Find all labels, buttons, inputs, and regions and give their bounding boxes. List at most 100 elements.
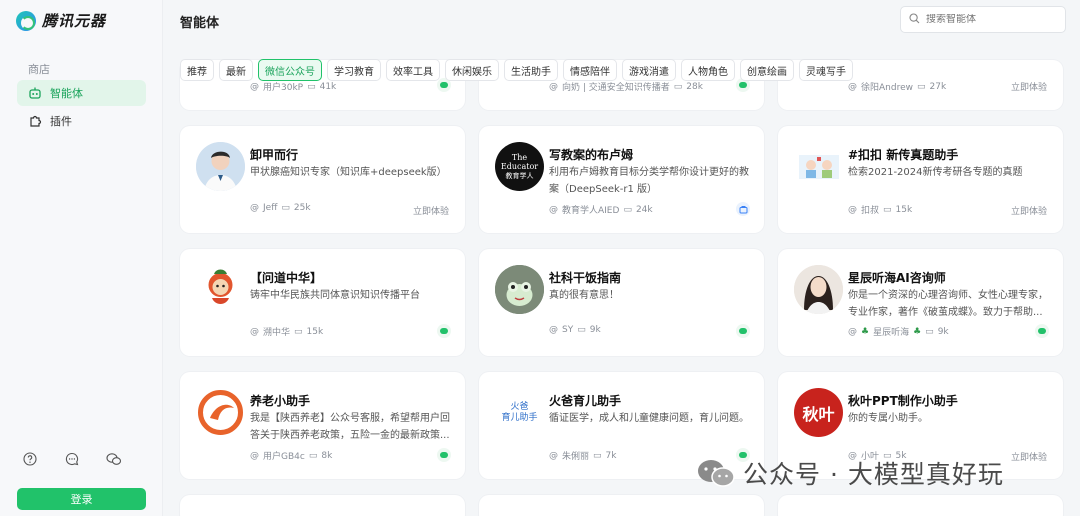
sidebar-section-label: 商店 bbox=[28, 63, 50, 76]
card-author: 教育学人AIED bbox=[562, 206, 620, 216]
try-now-link[interactable]: 立即体验 bbox=[413, 204, 449, 217]
card-description: 甲状腺癌知识专家（知识库+deepseek版） bbox=[250, 167, 447, 178]
card-author: 扣叔 bbox=[861, 206, 880, 216]
mascot-avatar bbox=[196, 265, 245, 314]
tab-writing[interactable]: 灵魂写手 bbox=[799, 59, 853, 81]
card-description: 我是【陕西养老】公众号客服，希望帮用户回答关于陕西养老政策，五险一金的最新政策.… bbox=[250, 413, 450, 441]
agent-card-partial[interactable] bbox=[778, 495, 1063, 516]
sidebar-item-agents[interactable]: 智能体 bbox=[17, 80, 146, 106]
orange-logo bbox=[196, 388, 245, 437]
tab-productivity[interactable]: 效率工具 bbox=[386, 59, 440, 81]
header: 智能体 bbox=[163, 0, 1080, 40]
agent-card[interactable]: 社科干饭指南 真的很有意思！ @ SY ▭ 9k bbox=[479, 249, 764, 356]
comment-icon: ▭ bbox=[883, 204, 892, 215]
agent-card[interactable]: 卸甲而行 甲状腺癌知识专家（知识库+deepseek版） @ Jeff ▭ 25… bbox=[180, 126, 465, 233]
card-count: 15k bbox=[306, 326, 324, 337]
tab-companion[interactable]: 情感陪伴 bbox=[563, 59, 617, 81]
sidebar-item-label: 插件 bbox=[50, 115, 72, 128]
sidebar-item-label: 智能体 bbox=[50, 87, 83, 100]
login-button[interactable]: 登录 bbox=[17, 488, 146, 510]
tab-leisure[interactable]: 休闲娱乐 bbox=[445, 59, 499, 81]
search-input[interactable] bbox=[926, 14, 1056, 25]
wechat-badge-icon bbox=[437, 324, 451, 338]
card-title: 写教案的布卢姆 bbox=[549, 148, 634, 162]
card-title: 社科干饭指南 bbox=[549, 271, 622, 285]
comment-icon: ▭ bbox=[623, 204, 632, 215]
card-author: 朱俐丽 bbox=[562, 452, 590, 462]
agent-card-partial[interactable] bbox=[180, 495, 465, 516]
tree-icon: ♣ bbox=[861, 326, 870, 337]
wechat-icon[interactable] bbox=[106, 451, 122, 467]
search-box[interactable] bbox=[900, 6, 1066, 33]
card-description: 循证医学，成人和儿童健康问题，育儿问题。 bbox=[549, 413, 749, 424]
comment-icon: ▭ bbox=[308, 450, 318, 461]
comment-icon: ▭ bbox=[577, 325, 586, 335]
card-title: 卸甲而行 bbox=[250, 148, 299, 162]
card-title: #扣扣 新传真题助手 bbox=[848, 148, 959, 162]
category-tabs: 推荐 最新 微信公众号 学习教育 效率工具 休闲娱乐 生活助手 情感陪伴 游戏消… bbox=[180, 59, 853, 81]
try-now-link[interactable]: 立即体验 bbox=[1011, 204, 1047, 217]
sidebar-item-plugins[interactable]: 插件 bbox=[17, 108, 146, 134]
card-count: 15k bbox=[895, 204, 913, 215]
doctor-avatar bbox=[196, 142, 245, 191]
wechat-badge-icon bbox=[736, 324, 750, 338]
puzzle-icon bbox=[28, 114, 42, 128]
comment-icon: ▭ bbox=[294, 326, 303, 337]
card-author: 溯中华 bbox=[263, 328, 291, 338]
agent-card[interactable]: 养老小助手 我是【陕西养老】公众号客服，希望帮用户回答关于陕西养老政策，五险一金… bbox=[180, 372, 465, 479]
parenting-logo: 火爸 育儿助手 bbox=[495, 388, 544, 437]
card-author: 向奶 | 交通安全知识传播者 bbox=[562, 83, 670, 93]
agent-card[interactable]: 【问道中华】 铸牢中华民族共同体意识知识传播平台 @ 溯中华 ▭ 15k bbox=[180, 249, 465, 356]
try-now-link[interactable]: 立即体验 bbox=[1011, 450, 1047, 463]
tab-drawing[interactable]: 创意绘画 bbox=[740, 59, 794, 81]
card-title: 秋叶PPT制作小助手 bbox=[848, 394, 958, 408]
tab-education[interactable]: 学习教育 bbox=[327, 59, 381, 81]
card-author: SY bbox=[562, 325, 574, 335]
watermark-text: 公众号 · 大模型真好玩 bbox=[743, 460, 1004, 489]
comment-icon: ▭ bbox=[281, 203, 290, 213]
wechat-watermark-icon bbox=[697, 458, 735, 488]
tab-characters[interactable]: 人物角色 bbox=[681, 59, 735, 81]
card-author: Jeff bbox=[263, 203, 278, 213]
card-description: 你的专属小助手。 bbox=[848, 413, 928, 424]
card-author: 星辰听海 bbox=[873, 328, 910, 338]
tab-games[interactable]: 游戏消遣 bbox=[622, 59, 676, 81]
agent-card-partial[interactable] bbox=[479, 495, 764, 516]
robot-icon bbox=[28, 86, 42, 100]
tab-latest[interactable]: 最新 bbox=[219, 59, 253, 81]
qiuye-logo: 秋叶 bbox=[794, 388, 843, 437]
tree-icon: ♣ bbox=[913, 326, 922, 337]
card-title: 火爸育儿助手 bbox=[549, 394, 622, 408]
comment-icon: ▭ bbox=[673, 81, 683, 92]
cartoon-avatar bbox=[794, 142, 843, 191]
comment-icon: ▭ bbox=[307, 81, 316, 92]
card-description: 铸牢中华民族共同体意识知识传播平台 bbox=[250, 290, 420, 301]
wechat-badge-icon bbox=[1035, 324, 1049, 338]
tab-life-assistant[interactable]: 生活助手 bbox=[504, 59, 558, 81]
agent-card[interactable]: #扣扣 新传真题助手 检索2021-2024新传考研各专题的真题 @ 扣叔 ▭ … bbox=[778, 126, 1063, 233]
logo-icon bbox=[16, 10, 36, 31]
card-title: 养老小助手 bbox=[250, 394, 311, 408]
card-count: 41k bbox=[319, 81, 337, 92]
agent-card[interactable]: The Educator 教育学人 写教案的布卢姆 利用布卢姆教育目标分类学帮你… bbox=[479, 126, 764, 233]
comment-icon: ▭ bbox=[916, 81, 926, 92]
tab-wechat-official[interactable]: 微信公众号 bbox=[258, 59, 322, 81]
tab-recommended[interactable]: 推荐 bbox=[180, 59, 214, 81]
chat-icon[interactable] bbox=[64, 451, 80, 467]
educator-logo: The Educator 教育学人 bbox=[495, 142, 544, 191]
card-count: 8k bbox=[321, 450, 333, 461]
card-count: 27k bbox=[929, 81, 947, 92]
card-description: 真的很有意思！ bbox=[549, 290, 619, 301]
card-title: 【问道中华】 bbox=[250, 271, 323, 285]
try-now-link[interactable]: 立即体验 bbox=[1011, 80, 1047, 93]
agent-card[interactable]: 星辰听海AI咨询师 你是一个资深的心理咨询师、女性心理专家，专业作家，著作《破茧… bbox=[778, 249, 1063, 356]
card-description: 利用布卢姆教育目标分类学帮你设计更好的教案（DeepSeek-r1 版） bbox=[549, 167, 749, 195]
help-icon[interactable] bbox=[22, 451, 38, 467]
search-icon bbox=[909, 12, 920, 27]
comment-icon: ▭ bbox=[593, 450, 602, 461]
card-description: 检索2021-2024新传考研各专题的真题 bbox=[848, 167, 1023, 178]
wechat-badge-icon bbox=[437, 448, 451, 462]
logo-text: 腾讯元器 bbox=[42, 12, 107, 30]
card-count: 25k bbox=[293, 203, 311, 213]
app-logo[interactable]: 腾讯元器 bbox=[16, 10, 106, 31]
